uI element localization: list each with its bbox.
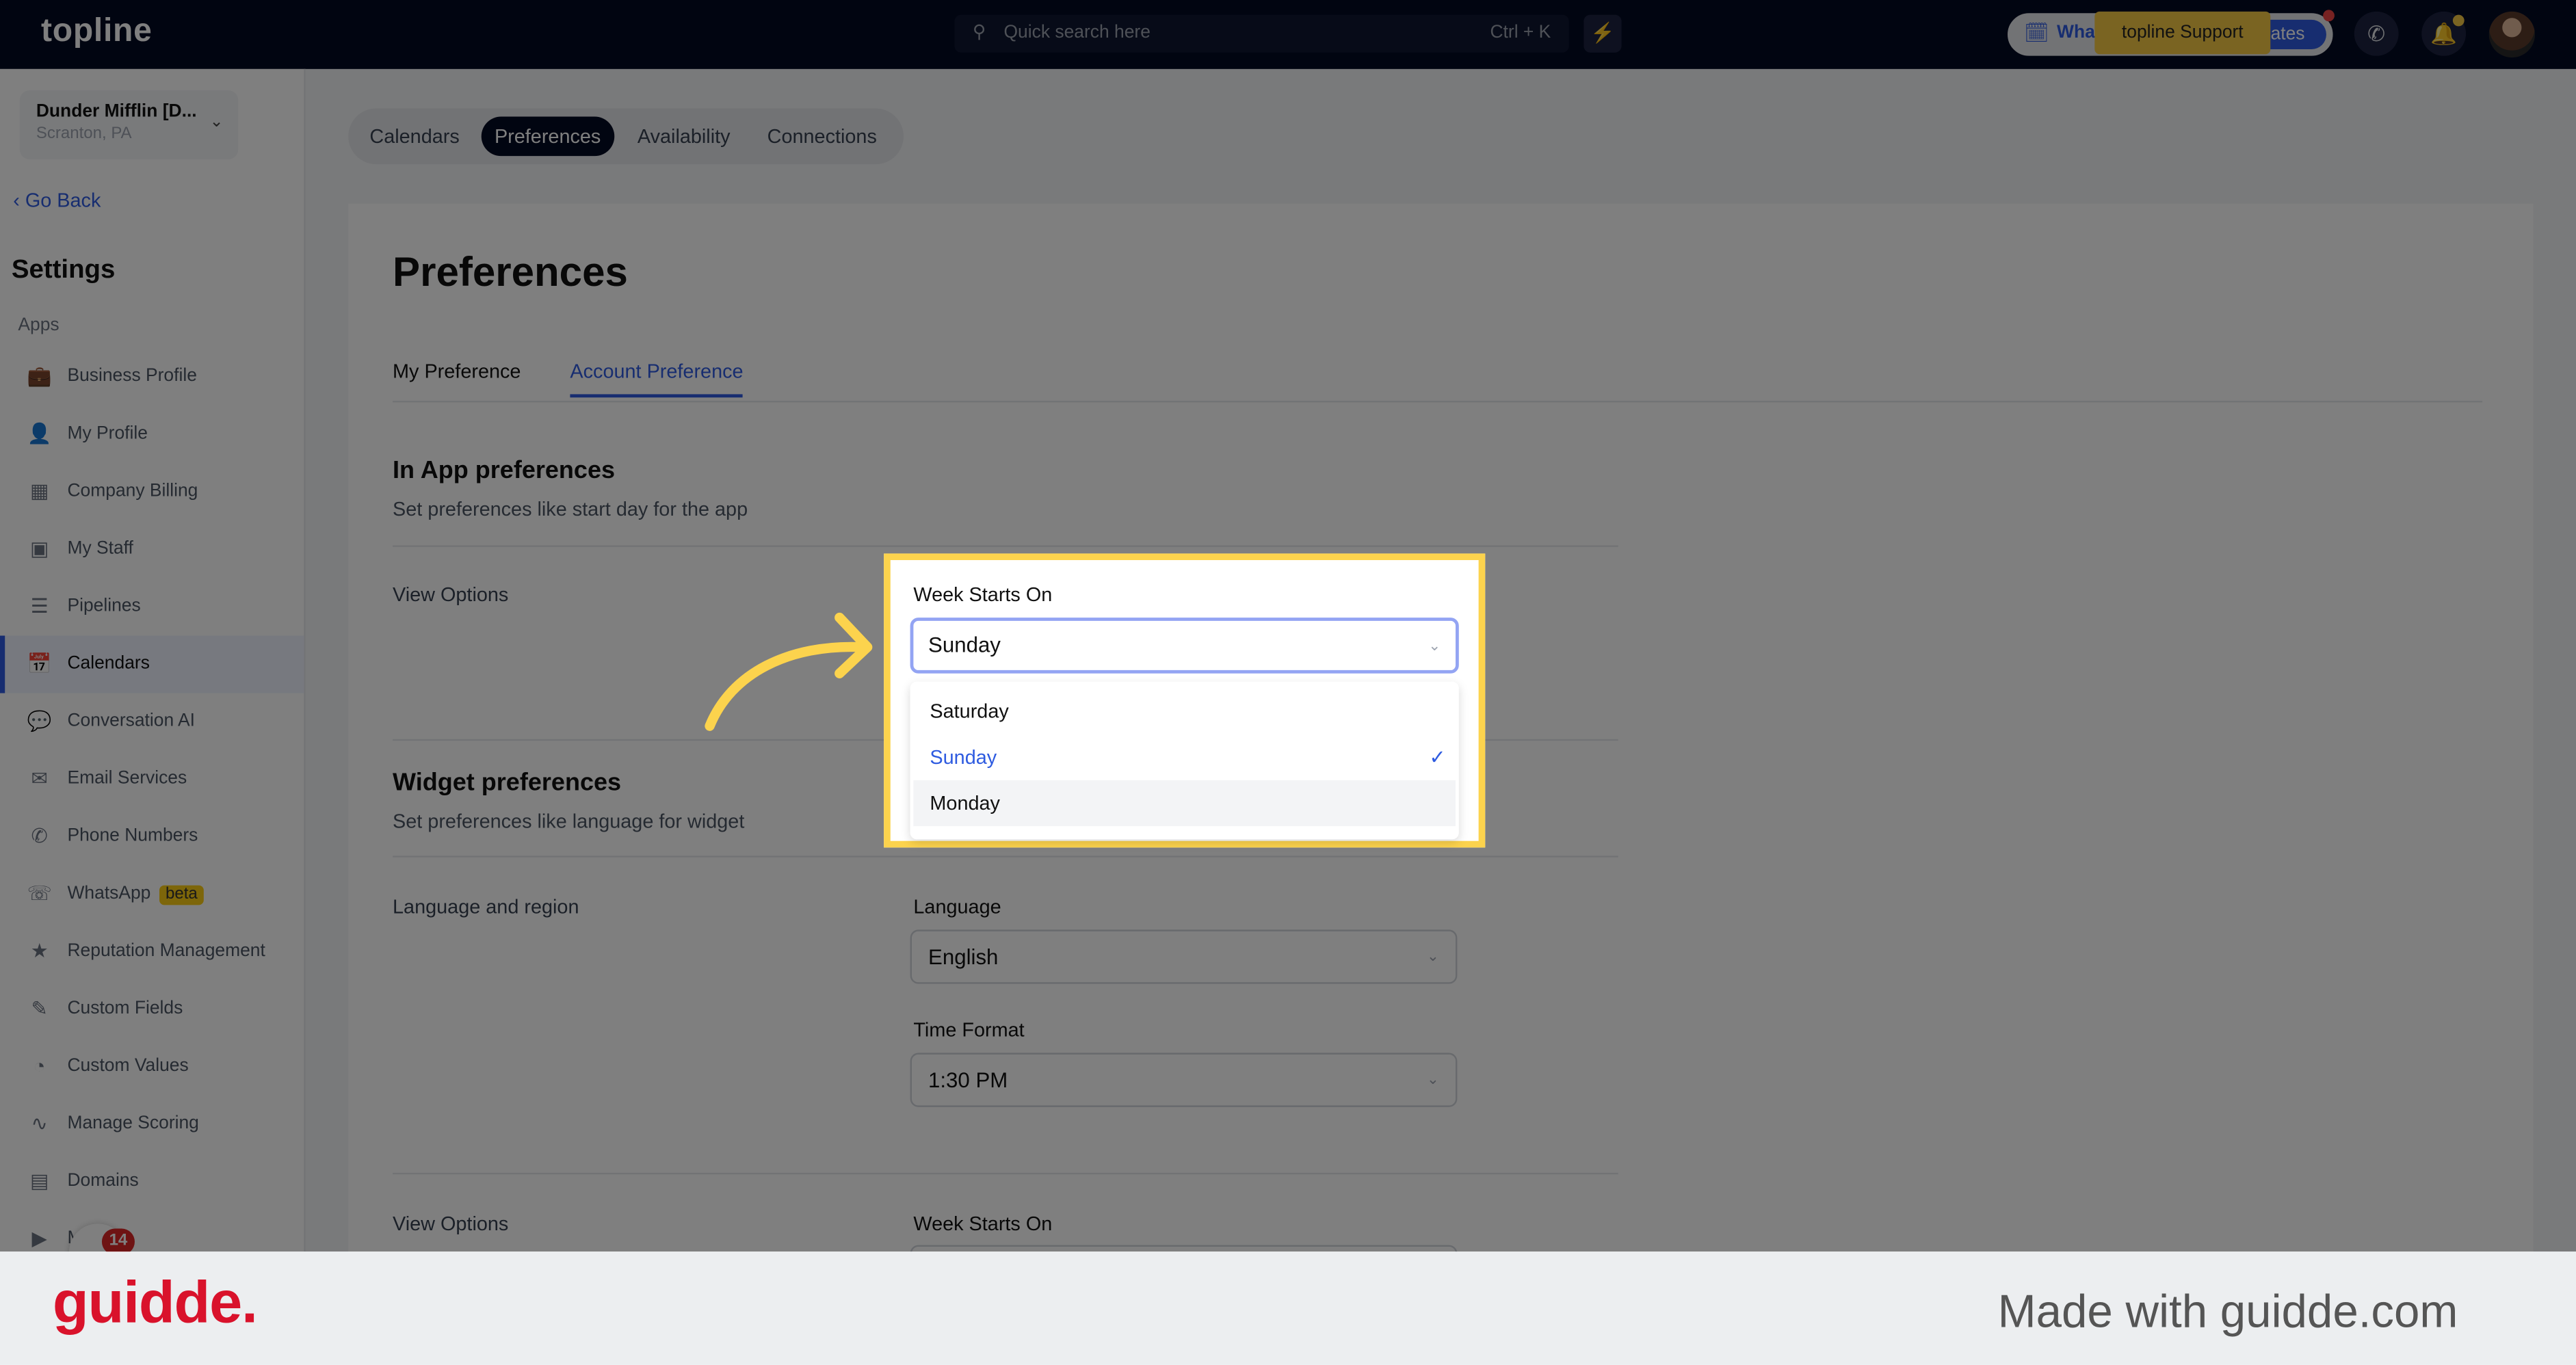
- option-label: Sunday: [930, 745, 997, 769]
- week-starts-value: Sunday: [928, 632, 1001, 657]
- week-starts-label: Week Starts On: [913, 583, 1053, 607]
- pointer-arrow-icon: [705, 612, 873, 731]
- week-starts-select[interactable]: Sunday ⌄: [910, 618, 1459, 674]
- option-sunday[interactable]: Sunday ✓: [913, 734, 1456, 780]
- week-starts-dropdown: Saturday Sunday ✓ Monday: [910, 681, 1459, 840]
- option-monday[interactable]: Monday: [913, 780, 1456, 827]
- week-starts-highlight: Week Starts On Sunday ⌄ Saturday Sunday ✓ …: [884, 553, 1486, 848]
- option-saturday[interactable]: Saturday: [913, 688, 1456, 734]
- guidde-logo: guidde.: [52, 1268, 258, 1336]
- check-icon: ✓: [1429, 745, 1446, 769]
- made-with-text: Made with guidde.com: [1997, 1286, 2458, 1338]
- chevron-down-icon: ⌄: [1428, 637, 1441, 654]
